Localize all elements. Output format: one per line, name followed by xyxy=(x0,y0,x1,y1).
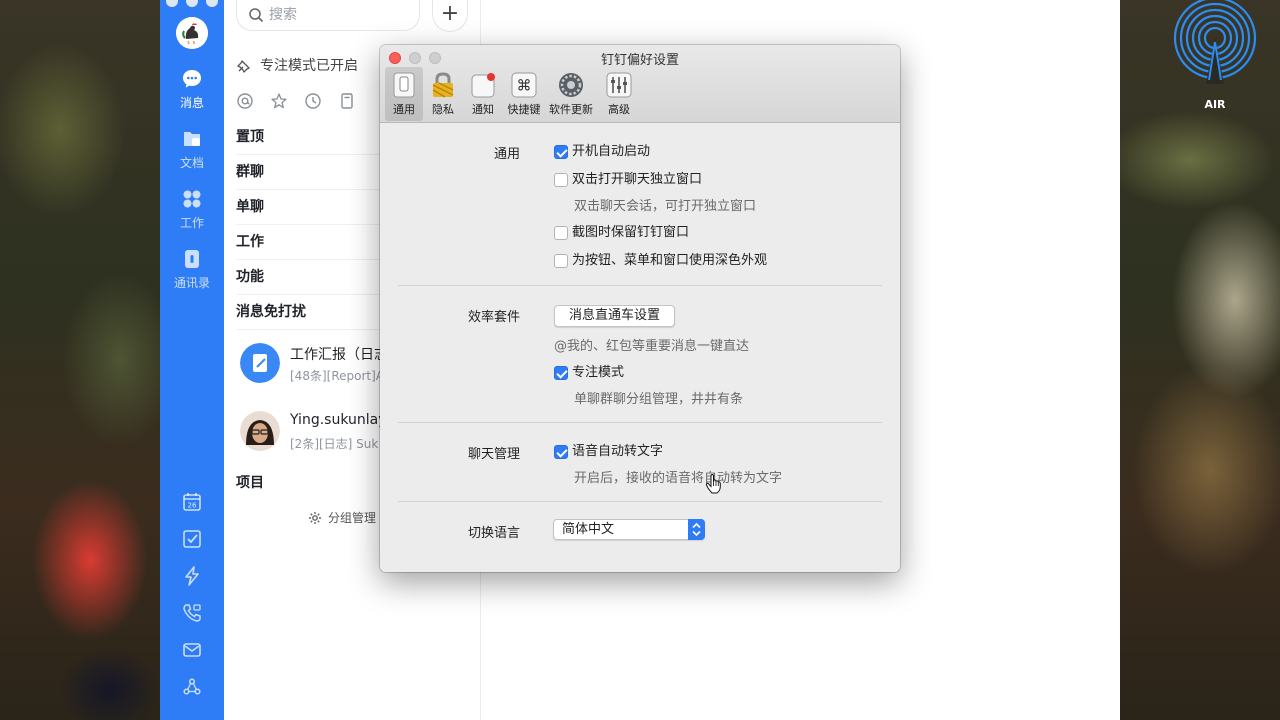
search-placeholder: 搜索 xyxy=(269,7,297,23)
chat-preview: [48条][Report]A xyxy=(290,369,384,383)
quick-access-hint: @我的、红包等重要消息一键直达 xyxy=(554,339,750,354)
preferences-toolbar: 钉钉偏好设置 通用 隐私 通知 ⌘ 快捷键 软件更新 高级 xyxy=(380,45,900,123)
window-close-dot[interactable] xyxy=(166,0,178,7)
svg-text:⌘: ⌘ xyxy=(517,77,532,95)
bookmark-icon[interactable] xyxy=(338,92,356,110)
dark-appearance-checkbox[interactable]: 为按钮、菜单和窗口使用深色外观 xyxy=(554,253,767,271)
mail-icon[interactable] xyxy=(182,640,202,660)
search-input[interactable]: 搜索 xyxy=(236,0,420,31)
chat-title: 工作汇报（日志 xyxy=(290,347,388,363)
star-icon[interactable] xyxy=(270,92,288,110)
group-manage-button[interactable]: 分组管理 xyxy=(308,509,376,527)
update-gear-icon xyxy=(559,73,583,97)
checkbox-unchecked-icon xyxy=(554,173,568,187)
focus-mode-status[interactable]: 专注模式已开启 xyxy=(236,54,358,78)
hand-cursor-icon xyxy=(705,474,721,494)
avatar xyxy=(240,411,280,451)
tab-advanced[interactable]: 高级 xyxy=(600,67,638,121)
grid-icon xyxy=(183,190,201,208)
air-label: AIR xyxy=(1204,98,1226,111)
folder-icon xyxy=(184,132,200,146)
nav-label-contacts: 通讯录 xyxy=(173,276,210,290)
ding-icon[interactable] xyxy=(182,566,202,586)
add-button[interactable]: + xyxy=(432,0,468,32)
preferences-general-pane: 通用 开机自动启动 双击打开聊天独立窗口 双击聊天会话，可打开独立窗口 截图时保… xyxy=(380,123,900,572)
section-label-chat-management: 聊天管理 xyxy=(467,447,520,462)
tab-label-advanced: 高级 xyxy=(608,103,630,116)
checkbox-checked-icon xyxy=(554,366,568,380)
focus-mode-hint: 单聊群聊分组管理，井井有条 xyxy=(574,392,744,407)
dark-appearance-label: 为按钮、菜单和窗口使用深色外观 xyxy=(572,253,768,268)
keep-window-checkbox[interactable]: 截图时保留钉钉窗口 xyxy=(554,225,689,243)
nav-label-docs: 文档 xyxy=(179,156,204,170)
clock-icon[interactable] xyxy=(304,92,322,110)
nav-label-messages: 消息 xyxy=(179,96,204,110)
chat-bubble-icon xyxy=(183,70,201,88)
voice-to-text-checkbox[interactable]: 语音自动转文字 xyxy=(554,444,663,462)
search-icon xyxy=(249,8,264,23)
quick-access-settings-button[interactable]: 消息直通车设置 xyxy=(554,305,675,327)
focus-mode-label: 专注模式已开启 xyxy=(260,58,358,74)
window-minimize-dot[interactable] xyxy=(186,0,198,7)
section-label-language: 切换语言 xyxy=(467,526,520,541)
nav-item-work[interactable]: 工作 xyxy=(160,188,224,231)
nav-rail: 消息 文档 工作 通讯录 26 xyxy=(160,0,224,720)
up-down-chevron-icon xyxy=(692,522,701,537)
checkbox-checked-icon xyxy=(554,145,568,159)
voice-to-text-hint: 开启后，接收的语音将自动转为文字 xyxy=(574,471,783,486)
tab-software-update[interactable]: 软件更新 xyxy=(549,67,593,121)
at-icon[interactable] xyxy=(236,92,254,110)
preferences-window: 钉钉偏好设置 通用 隐私 通知 ⌘ 快捷键 软件更新 高级 通用 开机自动启动 … xyxy=(380,45,900,572)
svg-text:26: 26 xyxy=(188,502,197,510)
phone-icon xyxy=(393,72,415,98)
gear-icon xyxy=(309,512,321,524)
checkbox-unchecked-icon xyxy=(554,226,568,240)
language-selected-value: 简体中文 xyxy=(562,522,615,537)
nav-item-messages[interactable]: 消息 xyxy=(160,68,224,111)
auto-start-checkbox[interactable]: 开机自动启动 xyxy=(554,144,650,162)
keep-window-label: 截图时保留钉钉窗口 xyxy=(572,225,690,240)
notification-icon xyxy=(471,73,495,98)
section-label-general: 通用 xyxy=(493,147,520,162)
divider xyxy=(398,501,882,502)
tab-shortcuts[interactable]: ⌘ 快捷键 xyxy=(505,67,543,121)
nav-item-docs[interactable]: 文档 xyxy=(160,128,224,171)
calendar-icon[interactable]: 26 xyxy=(182,492,202,512)
double-click-window-label: 双击打开聊天独立窗口 xyxy=(572,172,703,187)
focus-mode-icon xyxy=(237,60,250,73)
select-stepper xyxy=(688,519,705,540)
airdrop-icon xyxy=(1173,0,1257,84)
auto-start-label: 开机自动启动 xyxy=(572,144,651,159)
more-apps-icon[interactable] xyxy=(182,677,202,697)
focus-mode-checkbox[interactable]: 专注模式 xyxy=(554,365,624,383)
language-select[interactable]: 简体中文 xyxy=(553,519,705,540)
nav-item-contacts[interactable]: 通讯录 xyxy=(160,248,224,291)
contacts-icon xyxy=(185,250,199,268)
group-manage-label: 分组管理 xyxy=(328,511,377,525)
checkbox-checked-icon xyxy=(554,445,568,459)
air-widget[interactable]: AIR xyxy=(1168,0,1262,112)
chat-preview: [2条][日志] Suk xyxy=(290,437,379,451)
rooster-logo-icon xyxy=(176,17,208,49)
nav-label-work: 工作 xyxy=(179,216,204,230)
checkbox-unchecked-icon xyxy=(554,254,568,268)
divider xyxy=(398,285,882,286)
person-photo-icon xyxy=(240,411,280,451)
double-click-hint: 双击聊天会话，可打开独立窗口 xyxy=(574,199,757,214)
double-click-window-checkbox[interactable]: 双击打开聊天独立窗口 xyxy=(554,172,702,190)
section-label-efficiency: 效率套件 xyxy=(467,310,520,325)
user-avatar[interactable] xyxy=(176,17,208,49)
todo-icon[interactable] xyxy=(182,529,202,549)
divider xyxy=(398,422,882,423)
report-icon xyxy=(240,343,280,383)
voice-to-text-label: 语音自动转文字 xyxy=(572,444,664,459)
focus-mode-option-label: 专注模式 xyxy=(572,365,625,380)
report-avatar xyxy=(240,343,280,383)
window-zoom-dot[interactable] xyxy=(206,0,218,7)
sliders-icon xyxy=(606,72,632,98)
window-title: 钉钉偏好设置 xyxy=(600,53,679,68)
call-icon[interactable] xyxy=(182,603,202,623)
lock-icon xyxy=(432,72,454,98)
command-key-icon: ⌘ xyxy=(511,72,537,98)
